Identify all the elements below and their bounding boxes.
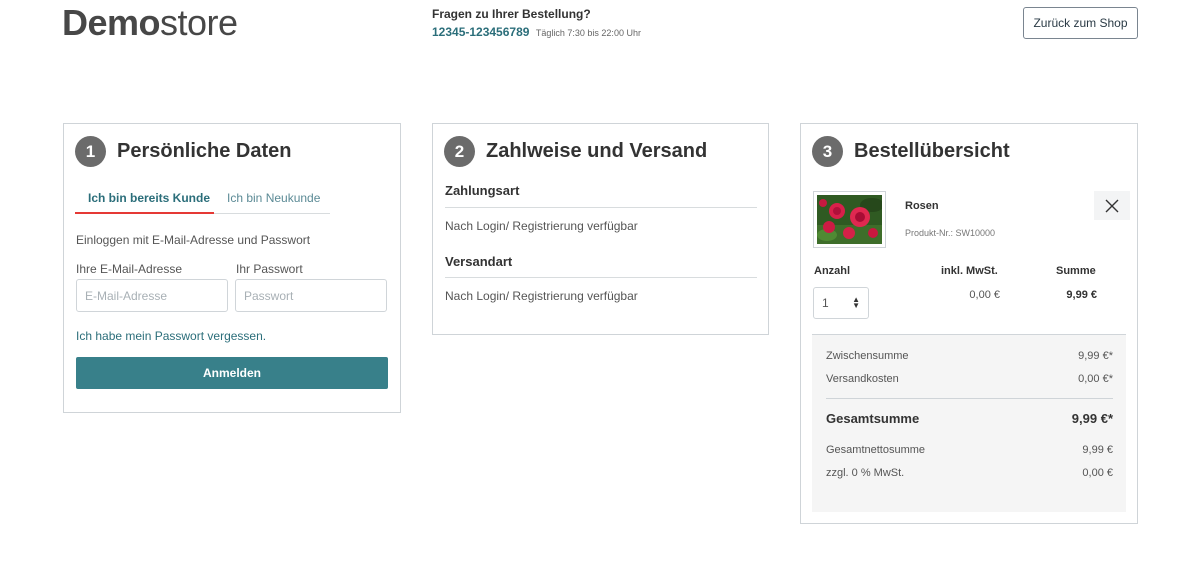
shipping-cost-row: Versandkosten 0,00 €* bbox=[826, 373, 1113, 385]
net-total-label: Gesamtnettosumme bbox=[826, 444, 926, 456]
logo-light-text: store bbox=[160, 2, 238, 43]
help-title: Fragen zu Ihrer Bestellung? bbox=[432, 7, 591, 21]
product-image[interactable] bbox=[813, 191, 886, 248]
subtotal-label: Zwischensumme bbox=[826, 350, 909, 362]
sum-column-header: Summe bbox=[1056, 265, 1096, 277]
remove-item-button[interactable] bbox=[1094, 191, 1130, 220]
quantity-value: 1 bbox=[822, 296, 829, 310]
password-label: Ihr Passwort bbox=[236, 262, 303, 276]
sum-value: 9,99 € bbox=[1066, 289, 1097, 301]
quantity-column-header: Anzahl bbox=[814, 265, 851, 277]
shipping-cost-label: Versandkosten bbox=[826, 373, 899, 385]
close-icon bbox=[1105, 199, 1119, 212]
total-value: 9,99 €* bbox=[1071, 411, 1113, 426]
rose-photo-icon bbox=[817, 195, 882, 244]
login-button[interactable]: Anmelden bbox=[76, 357, 388, 389]
payment-method-text: Nach Login/ Registrierung verfügbar bbox=[445, 219, 638, 233]
step-badge-2: 2 bbox=[444, 136, 475, 167]
help-hours: Täglich 7:30 bis 22:00 Uhr bbox=[535, 28, 641, 38]
help-contact: Fragen zu Ihrer Bestellung? 12345-123456… bbox=[432, 7, 641, 41]
payment-divider bbox=[445, 207, 757, 208]
summary-divider bbox=[826, 398, 1113, 399]
step-badge-1: 1 bbox=[75, 136, 106, 167]
payment-shipping-panel: 2 Zahlweise und Versand Zahlungsart Nach… bbox=[432, 123, 769, 335]
tax-value: 0,00 € bbox=[969, 289, 1000, 301]
step-badge-3: 3 bbox=[812, 136, 843, 167]
forgot-password-link[interactable]: Ich habe mein Passwort vergessen. bbox=[76, 329, 266, 343]
shipping-cost-value: 0,00 €* bbox=[1078, 373, 1113, 385]
email-label: Ihre E-Mail-Adresse bbox=[76, 262, 183, 276]
order-overview-title: Bestellübersicht bbox=[854, 140, 1010, 162]
product-number: Produkt-Nr.: SW10000 bbox=[905, 228, 996, 238]
product-name[interactable]: Rosen bbox=[905, 200, 939, 212]
subtotal-row: Zwischensumme 9,99 €* bbox=[826, 350, 1113, 362]
login-tabs: Ich bin bereits Kunde Ich bin Neukunde bbox=[75, 184, 330, 214]
net-total-value: 9,99 € bbox=[1082, 444, 1113, 456]
password-field[interactable] bbox=[235, 279, 387, 312]
store-logo[interactable]: Demostore bbox=[62, 4, 238, 42]
payment-shipping-title: Zahlweise und Versand bbox=[486, 140, 708, 162]
order-overview-panel: 3 Bestellübersicht Rosen Produkt-Nr.: SW… bbox=[800, 123, 1138, 524]
quantity-select[interactable]: 1 ▲ ▼ bbox=[813, 287, 869, 319]
total-row: Gesamtsumme 9,99 €* bbox=[826, 411, 1113, 426]
personal-data-panel: 1 Persönliche Daten Ich bin bereits Kund… bbox=[63, 123, 401, 413]
tab-new-customer[interactable]: Ich bin Neukunde bbox=[227, 191, 320, 205]
subtotal-value: 9,99 €* bbox=[1078, 350, 1113, 362]
shipping-method-text: Nach Login/ Registrierung verfügbar bbox=[445, 289, 638, 303]
vat-value: 0,00 € bbox=[1082, 467, 1113, 479]
tax-column-header: inkl. MwSt. bbox=[941, 265, 998, 277]
select-arrows-icon: ▲ ▼ bbox=[852, 295, 860, 310]
help-phone[interactable]: 12345-123456789 bbox=[432, 25, 529, 39]
back-to-shop-button[interactable]: Zurück zum Shop bbox=[1023, 7, 1138, 39]
vat-row: zzgl. 0 % MwSt. 0,00 € bbox=[826, 467, 1113, 479]
shipping-method-heading: Versandart bbox=[445, 254, 513, 269]
net-total-row: Gesamtnettosumme 9,99 € bbox=[826, 444, 1113, 456]
email-field[interactable] bbox=[76, 279, 228, 312]
shipping-divider bbox=[445, 277, 757, 278]
active-tab-indicator bbox=[75, 212, 214, 214]
total-label: Gesamtsumme bbox=[826, 411, 920, 426]
tab-existing-customer[interactable]: Ich bin bereits Kunde bbox=[88, 191, 210, 205]
login-intro-text: Einloggen mit E-Mail-Adresse und Passwor… bbox=[76, 233, 311, 247]
order-summary: Zwischensumme 9,99 €* Versandkosten 0,00… bbox=[812, 334, 1126, 512]
personal-data-title: Persönliche Daten bbox=[117, 140, 292, 162]
logo-bold-text: Demo bbox=[62, 2, 161, 43]
vat-label: zzgl. 0 % MwSt. bbox=[826, 467, 905, 479]
payment-method-heading: Zahlungsart bbox=[445, 183, 520, 198]
